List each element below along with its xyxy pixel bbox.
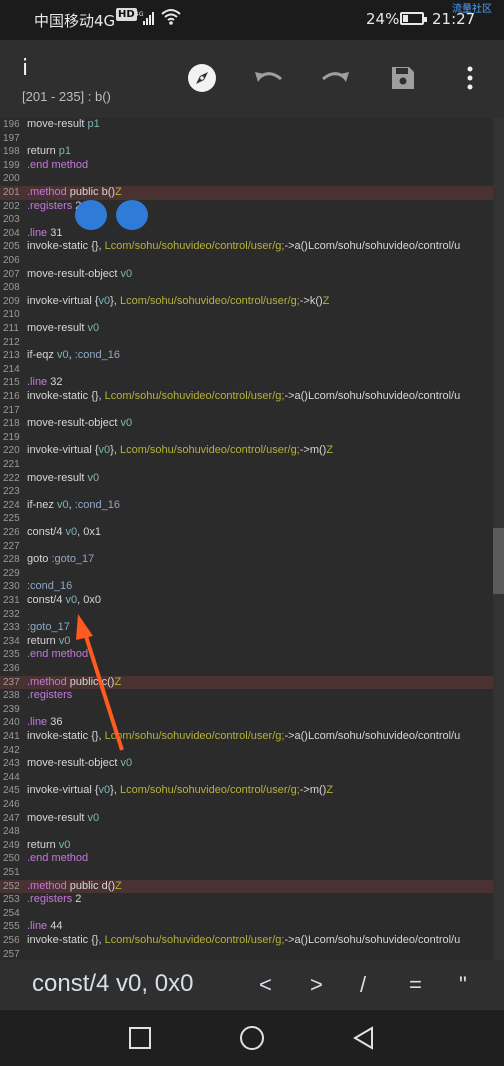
file-title: i	[22, 56, 29, 81]
save-button[interactable]	[385, 62, 421, 98]
navigate-button[interactable]	[184, 62, 220, 98]
undo-button[interactable]	[251, 62, 287, 98]
redo-button[interactable]	[317, 62, 353, 98]
code-editor[interactable]: 257 256 invoke-static {}, Lcom/sohu/sohuv…	[0, 118, 504, 960]
hd-badge: HD	[116, 8, 137, 21]
svg-text:4G: 4G	[135, 11, 144, 18]
editor-toolbar: i [201 - 235] : b()	[0, 40, 504, 118]
battery-percent: 24%	[366, 10, 400, 28]
symbol-key[interactable]: =	[409, 972, 422, 998]
symbol-key[interactable]: "	[459, 972, 467, 998]
symbol-bar: const/4 v0, 0x0 < > / = "	[0, 960, 504, 1010]
home-button[interactable]	[238, 1024, 266, 1052]
more-vert-icon	[466, 66, 474, 94]
wifi-icon	[161, 8, 181, 30]
watermark-text: 流量社区	[452, 4, 492, 15]
signal-icon: 4G	[135, 10, 159, 30]
back-button[interactable]	[350, 1024, 378, 1052]
current-line-preview[interactable]: const/4 v0, 0x0	[32, 970, 193, 998]
save-icon	[390, 65, 416, 95]
undo-icon	[253, 66, 285, 94]
redo-icon	[319, 66, 351, 94]
annotation-arrow	[76, 614, 124, 751]
symbol-key[interactable]: >	[310, 972, 323, 998]
system-nav-bar	[0, 1010, 504, 1066]
carrier-label: 中国移动4G	[34, 12, 116, 30]
compass-icon	[187, 63, 217, 97]
symbol-key[interactable]: <	[259, 972, 272, 998]
more-options-button[interactable]	[452, 62, 488, 98]
status-bar: 中国移动4G HD 4G 24% 21:27 流量社区	[0, 0, 504, 40]
circle-icon	[238, 1026, 266, 1056]
symbol-key[interactable]: /	[360, 972, 366, 998]
back-triangle-icon	[350, 1026, 378, 1056]
recents-button[interactable]	[126, 1024, 154, 1052]
battery-icon	[400, 12, 427, 25]
square-icon	[126, 1027, 154, 1056]
method-range-subtitle: [201 - 235] : b()	[22, 89, 111, 104]
